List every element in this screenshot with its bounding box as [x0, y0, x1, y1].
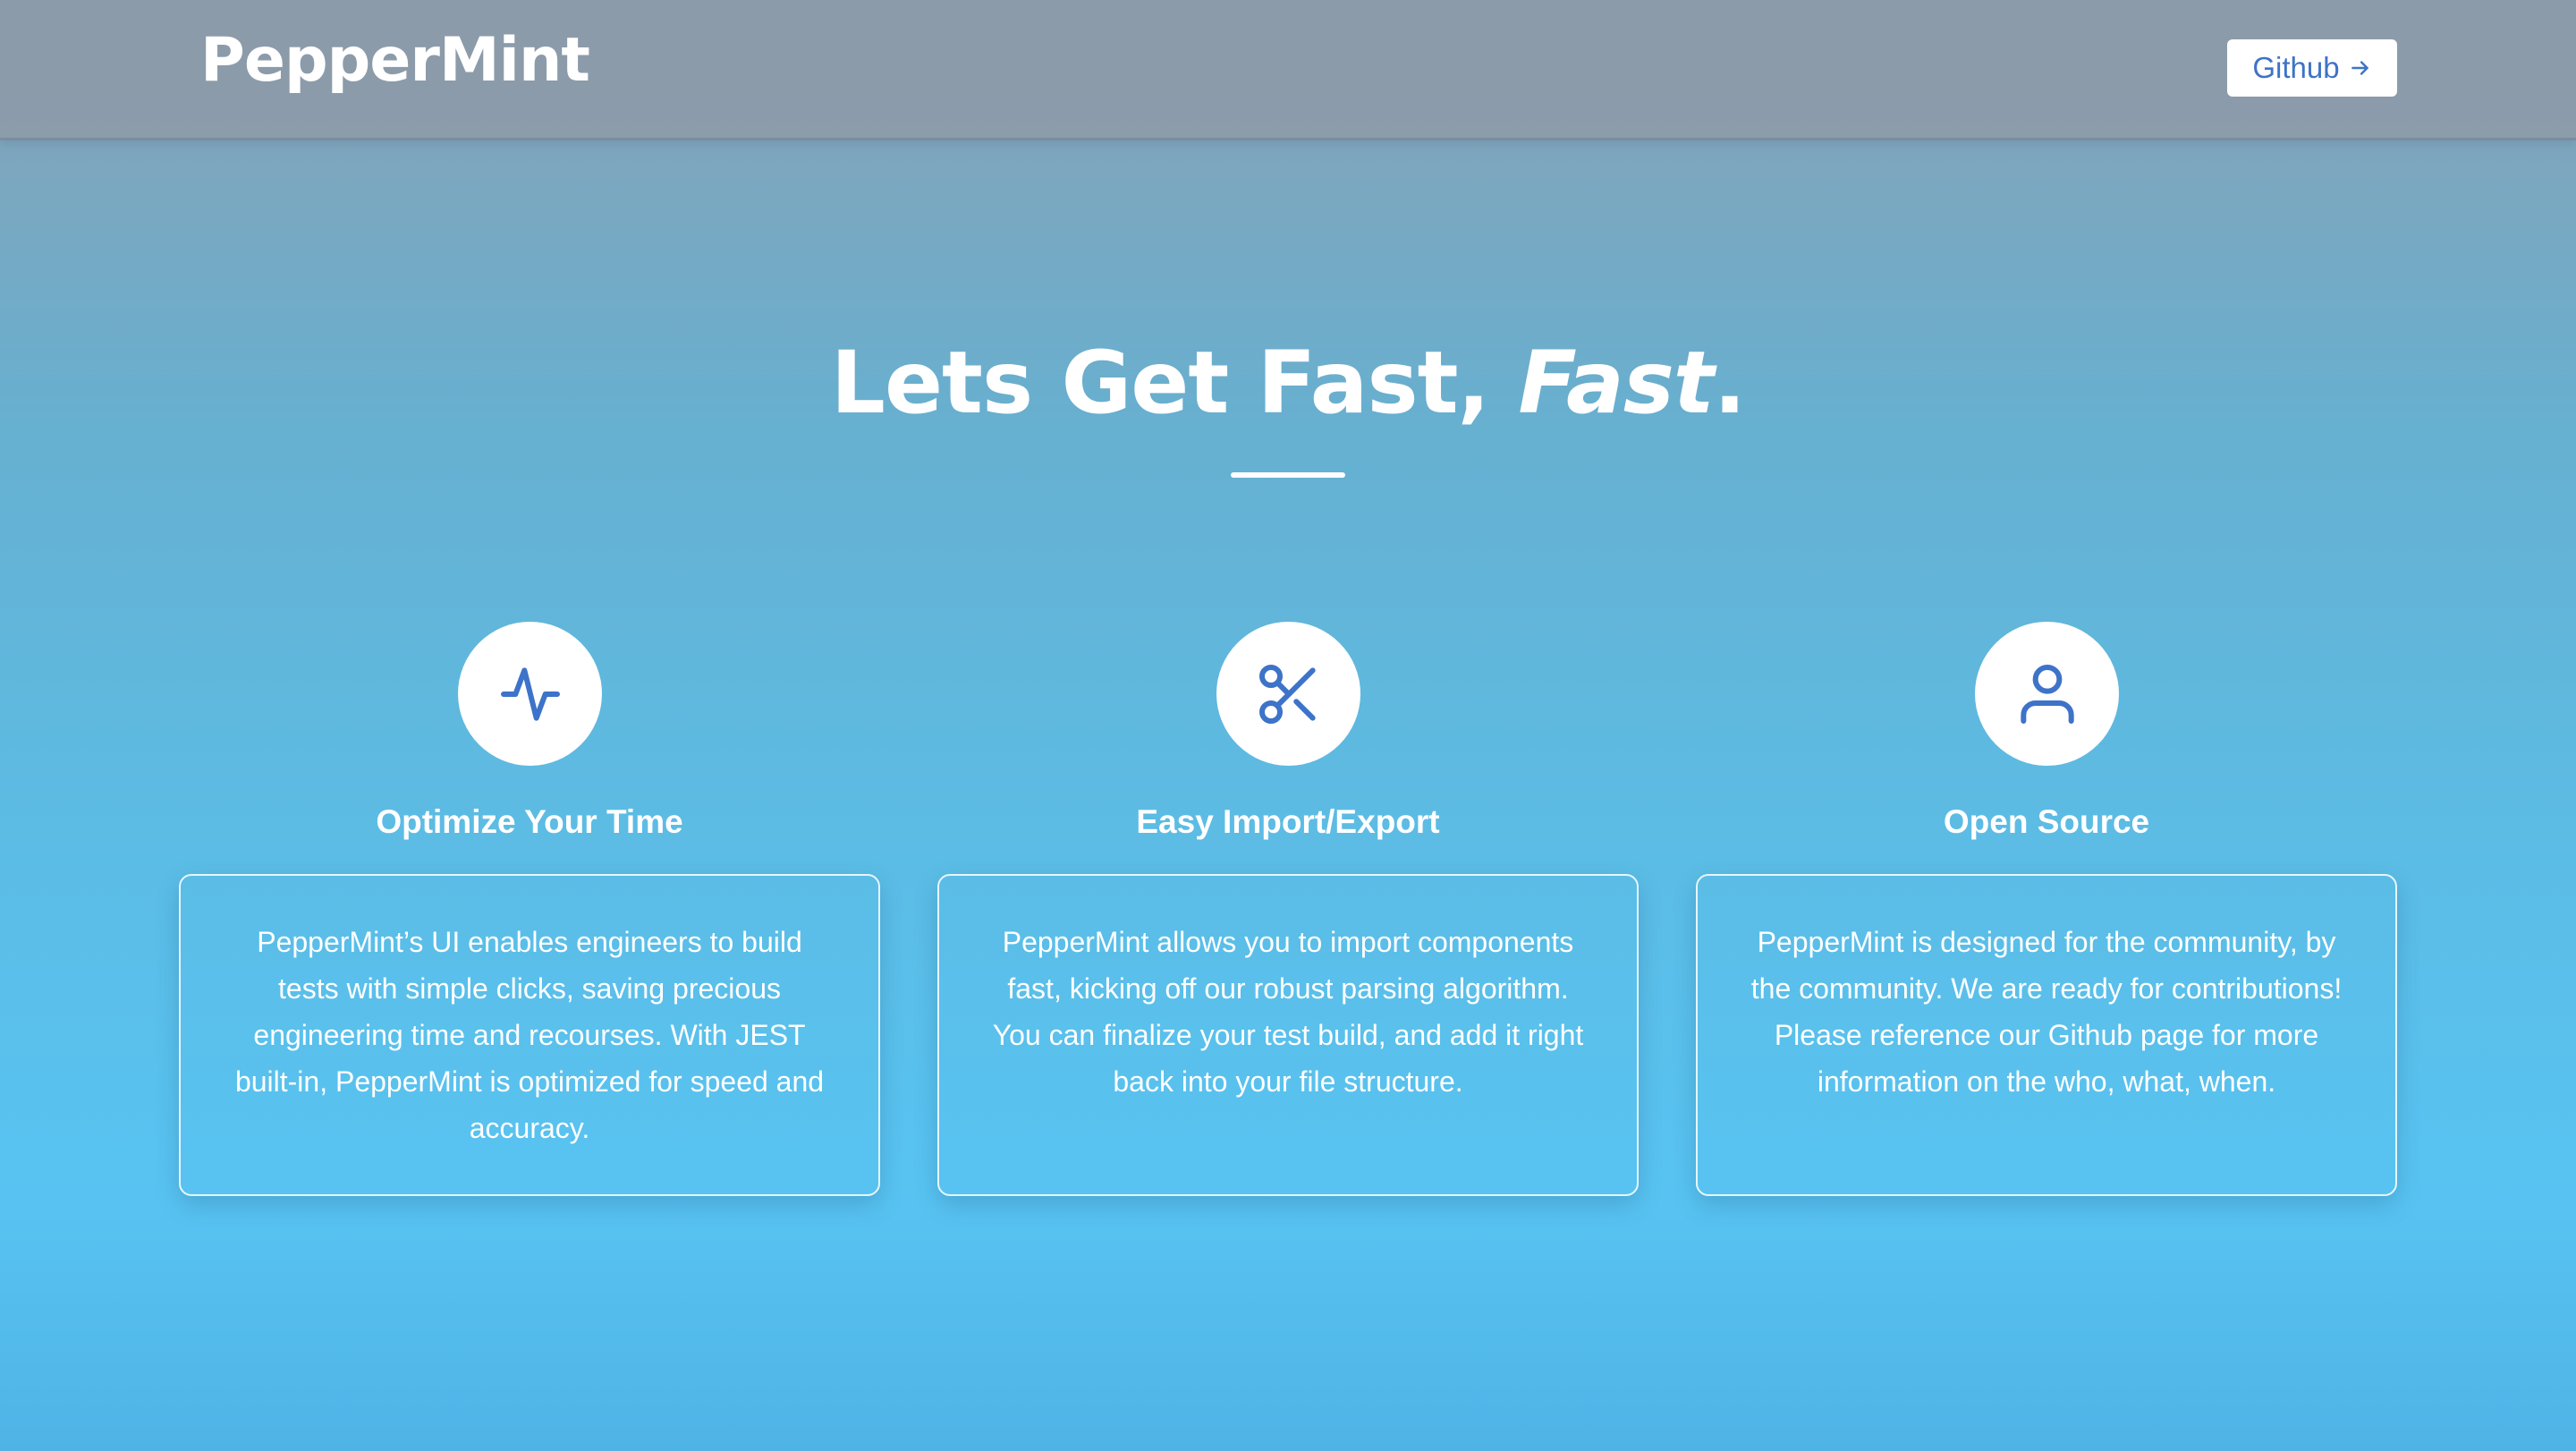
feature-title: Easy Import/Export: [1136, 803, 1440, 840]
navbar: PepperMint Github: [0, 0, 2576, 140]
feature-icon-circle: [458, 622, 602, 766]
feature-title: Optimize Your Time: [376, 803, 683, 840]
feature-card: PepperMint allows you to import componen…: [937, 874, 1639, 1196]
github-button[interactable]: Github: [2227, 39, 2397, 97]
feature-icon-circle: [1216, 622, 1360, 766]
arrow-right-icon: [2351, 61, 2368, 75]
hero-title-emphasis: Fast: [1518, 333, 1714, 433]
title-underline: [1231, 472, 1345, 478]
feature-description: PepperMint is designed for the community…: [1750, 926, 2343, 1098]
feature-card: PepperMint is designed for the community…: [1696, 874, 2397, 1196]
hero-title: Lets Get Fast, Fast.: [0, 340, 2576, 426]
feature-description: PepperMint allows you to import componen…: [992, 926, 1584, 1098]
logo[interactable]: PepperMint: [200, 30, 590, 91]
hero-title-main: Lets Get Fast,: [830, 333, 1519, 433]
user-icon: [2020, 664, 2074, 724]
feature-description: PepperMint’s UI enables engineers to bui…: [234, 926, 825, 1144]
github-button-label: Github: [2252, 51, 2340, 84]
activity-pulse-icon: [500, 666, 560, 721]
feature-icon-circle: [1975, 622, 2119, 766]
hero-title-end: .: [1713, 333, 1746, 433]
scissors-icon: [1258, 664, 1316, 724]
feature-card: PepperMint’s UI enables engineers to bui…: [179, 874, 880, 1196]
feature-title: Open Source: [1943, 803, 2150, 840]
